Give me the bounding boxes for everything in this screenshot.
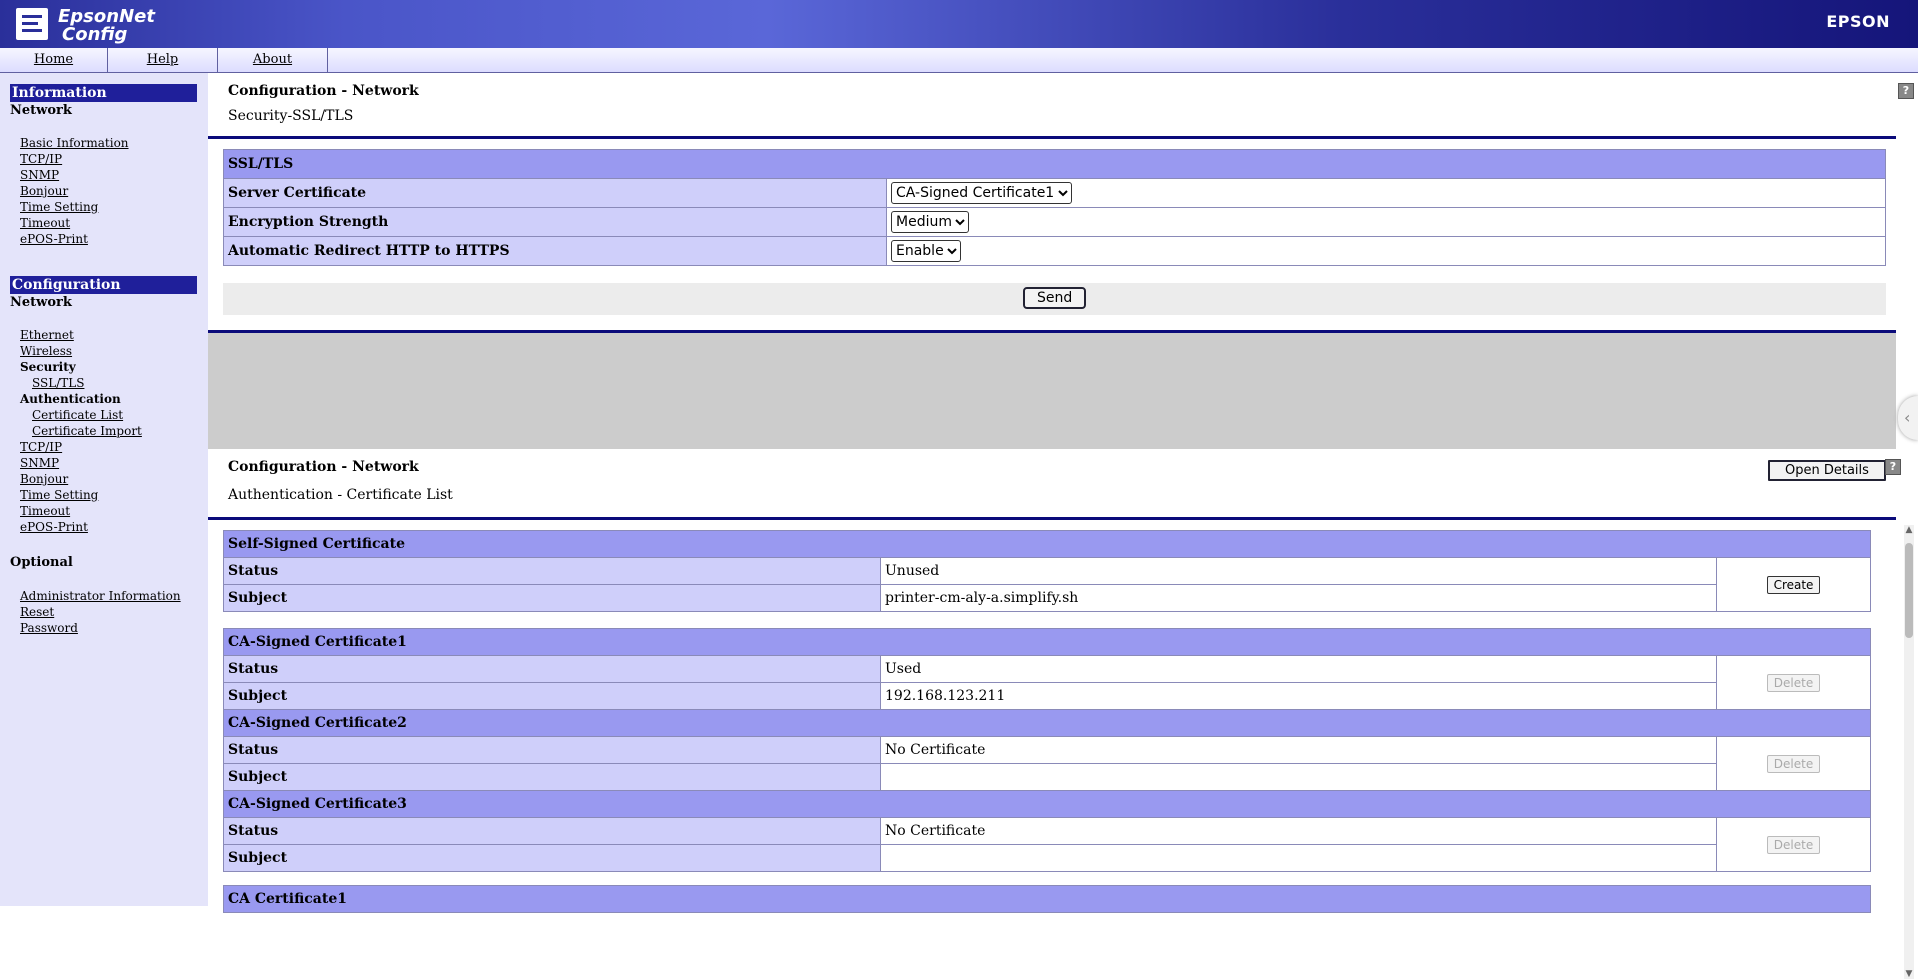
cert-section-title: Configuration - Network bbox=[228, 459, 419, 475]
sidebar-link-certificate-list[interactable]: Certificate List bbox=[32, 408, 123, 422]
cert-section-subtitle: Authentication - Certificate List bbox=[228, 487, 453, 503]
ca2-status-value: No Certificate bbox=[880, 736, 1717, 764]
redirect-https-cell: Enable bbox=[886, 236, 1886, 266]
sidebar-link-conf-snmp[interactable]: SNMP bbox=[20, 456, 59, 470]
server-certificate-cell: CA-Signed Certificate1 bbox=[886, 178, 1886, 208]
self-signed-table: Self-Signed Certificate Status Unused Cr… bbox=[223, 530, 1871, 612]
frame-separator bbox=[208, 333, 1896, 449]
redirect-https-label: Automatic Redirect HTTP to HTTPS bbox=[223, 236, 887, 266]
encryption-strength-select[interactable]: Medium bbox=[891, 211, 969, 233]
sidebar-link-conf-time-setting[interactable]: Time Setting bbox=[20, 488, 98, 502]
sidebar-information-head: Information bbox=[10, 84, 197, 102]
ca1-subject-value: 192.168.123.211 bbox=[880, 682, 1717, 710]
sidebar-security-label: Security bbox=[20, 360, 76, 374]
ca1-status-label: Status bbox=[223, 655, 881, 683]
ca3-status-value: No Certificate bbox=[880, 817, 1717, 845]
main-content: Configuration - Network Security-SSL/TLS… bbox=[208, 73, 1918, 979]
chevron-left-icon: ‹ bbox=[1904, 408, 1911, 427]
ssl-tls-table: SSL/TLS Server Certificate CA-Signed Cer… bbox=[223, 149, 1886, 266]
ca1-delete-button[interactable]: Delete bbox=[1766, 673, 1821, 692]
sidebar-link-reset[interactable]: Reset bbox=[20, 605, 54, 619]
nav-home-link[interactable]: Home bbox=[0, 48, 108, 72]
ca3-subject-label: Subject bbox=[223, 844, 881, 872]
sidebar-link-conf-timeout[interactable]: Timeout bbox=[20, 504, 70, 518]
ca1-head: CA-Signed Certificate1 bbox=[223, 628, 1871, 656]
sidebar-link-time-setting[interactable]: Time Setting bbox=[20, 200, 98, 214]
encryption-strength-label: Encryption Strength bbox=[223, 207, 887, 237]
create-certificate-button[interactable]: Create bbox=[1766, 575, 1821, 594]
ssl-help-icon[interactable]: ? bbox=[1898, 83, 1914, 99]
frame-scrollbar[interactable]: ▲ ▼ bbox=[1904, 525, 1914, 979]
sidebar-link-basic-information[interactable]: Basic Information bbox=[20, 136, 129, 150]
sidebar-link-ethernet[interactable]: Ethernet bbox=[20, 328, 74, 342]
sidebar-link-epos-print[interactable]: ePOS-Print bbox=[20, 232, 88, 246]
ca1-subject-label: Subject bbox=[223, 682, 881, 710]
sidebar-optional-label: Optional bbox=[10, 555, 73, 570]
app-logo-text: EpsonNet Config bbox=[58, 6, 155, 45]
ssl-table-head: SSL/TLS bbox=[223, 149, 1886, 179]
ca-signed-table: CA-Signed Certificate1 Status Used Delet… bbox=[223, 628, 1871, 872]
nav-about-link[interactable]: About bbox=[218, 48, 328, 72]
sidebar-link-conf-bonjour[interactable]: Bonjour bbox=[20, 472, 68, 486]
top-nav: Home Help About bbox=[0, 48, 1918, 73]
ca2-delete-button[interactable]: Delete bbox=[1766, 754, 1821, 773]
sidebar-link-bonjour[interactable]: Bonjour bbox=[20, 184, 68, 198]
ca2-subject-label: Subject bbox=[223, 763, 881, 791]
ca-cert1-head: CA Certificate1 bbox=[223, 885, 1871, 913]
open-details-button[interactable]: Open Details bbox=[1768, 460, 1886, 481]
sidebar-info-network: Network bbox=[10, 103, 72, 118]
server-certificate-select[interactable]: CA-Signed Certificate1 bbox=[891, 182, 1072, 204]
self-signed-status-value: Unused bbox=[880, 557, 1717, 585]
ca2-subject-value bbox=[880, 763, 1717, 791]
send-button[interactable]: Send bbox=[1023, 287, 1087, 309]
epsonnet-logo-icon bbox=[16, 8, 48, 40]
sidebar-link-wireless[interactable]: Wireless bbox=[20, 344, 72, 358]
nav-help-link[interactable]: Help bbox=[108, 48, 218, 72]
ca-certificate-table: CA Certificate1 bbox=[223, 885, 1871, 913]
ssl-section-title: Configuration - Network bbox=[228, 83, 419, 99]
ca1-status-value: Used bbox=[880, 655, 1717, 683]
sidebar-link-administrator-information[interactable]: Administrator Information bbox=[20, 589, 181, 603]
sidebar-link-snmp[interactable]: SNMP bbox=[20, 168, 59, 182]
ca1-action-cell: Delete bbox=[1716, 655, 1871, 710]
ca3-subject-value bbox=[880, 844, 1717, 872]
self-signed-head: Self-Signed Certificate bbox=[223, 530, 1871, 558]
sidebar: Information Network Basic Information TC… bbox=[0, 73, 208, 906]
cert-help-icon[interactable]: ? bbox=[1885, 459, 1901, 475]
sidebar-link-password[interactable]: Password bbox=[20, 621, 78, 635]
sidebar-configuration-head: Configuration bbox=[10, 276, 197, 294]
brand-name: EPSON bbox=[1826, 12, 1890, 31]
ca3-action-cell: Delete bbox=[1716, 817, 1871, 872]
redirect-https-select[interactable]: Enable bbox=[891, 240, 961, 262]
server-certificate-label: Server Certificate bbox=[223, 178, 887, 208]
ssl-section-subtitle: Security-SSL/TLS bbox=[228, 108, 354, 124]
ca2-action-cell: Delete bbox=[1716, 736, 1871, 791]
ca3-status-label: Status bbox=[223, 817, 881, 845]
scroll-down-icon[interactable]: ▼ bbox=[1904, 969, 1914, 979]
sidebar-link-timeout[interactable]: Timeout bbox=[20, 216, 70, 230]
sidebar-link-ssl-tls[interactable]: SSL/TLS bbox=[32, 376, 84, 390]
sidebar-link-certificate-import[interactable]: Certificate Import bbox=[32, 424, 142, 438]
section-divider-3 bbox=[208, 517, 1896, 520]
ca2-status-label: Status bbox=[223, 736, 881, 764]
self-signed-subject-value: printer-cm-aly-a.simplify.sh bbox=[880, 584, 1717, 612]
send-bar: Send bbox=[223, 283, 1886, 315]
sidebar-link-tcpip[interactable]: TCP/IP bbox=[20, 152, 62, 166]
ca3-head: CA-Signed Certificate3 bbox=[223, 790, 1871, 818]
sidebar-link-conf-tcpip[interactable]: TCP/IP bbox=[20, 440, 62, 454]
self-signed-status-label: Status bbox=[223, 557, 881, 585]
self-signed-action-cell: Create bbox=[1716, 557, 1871, 612]
sidebar-conf-network: Network bbox=[10, 295, 72, 310]
sidebar-link-conf-epos-print[interactable]: ePOS-Print bbox=[20, 520, 88, 534]
self-signed-subject-label: Subject bbox=[223, 584, 881, 612]
encryption-strength-cell: Medium bbox=[886, 207, 1886, 237]
section-divider bbox=[208, 136, 1896, 139]
scroll-up-icon[interactable]: ▲ bbox=[1904, 525, 1914, 535]
scrollbar-thumb[interactable] bbox=[1905, 543, 1913, 638]
ca3-delete-button[interactable]: Delete bbox=[1766, 835, 1821, 854]
app-header: EpsonNet Config EPSON bbox=[0, 0, 1918, 48]
sidebar-authentication-label: Authentication bbox=[20, 392, 121, 406]
ca2-head: CA-Signed Certificate2 bbox=[223, 709, 1871, 737]
